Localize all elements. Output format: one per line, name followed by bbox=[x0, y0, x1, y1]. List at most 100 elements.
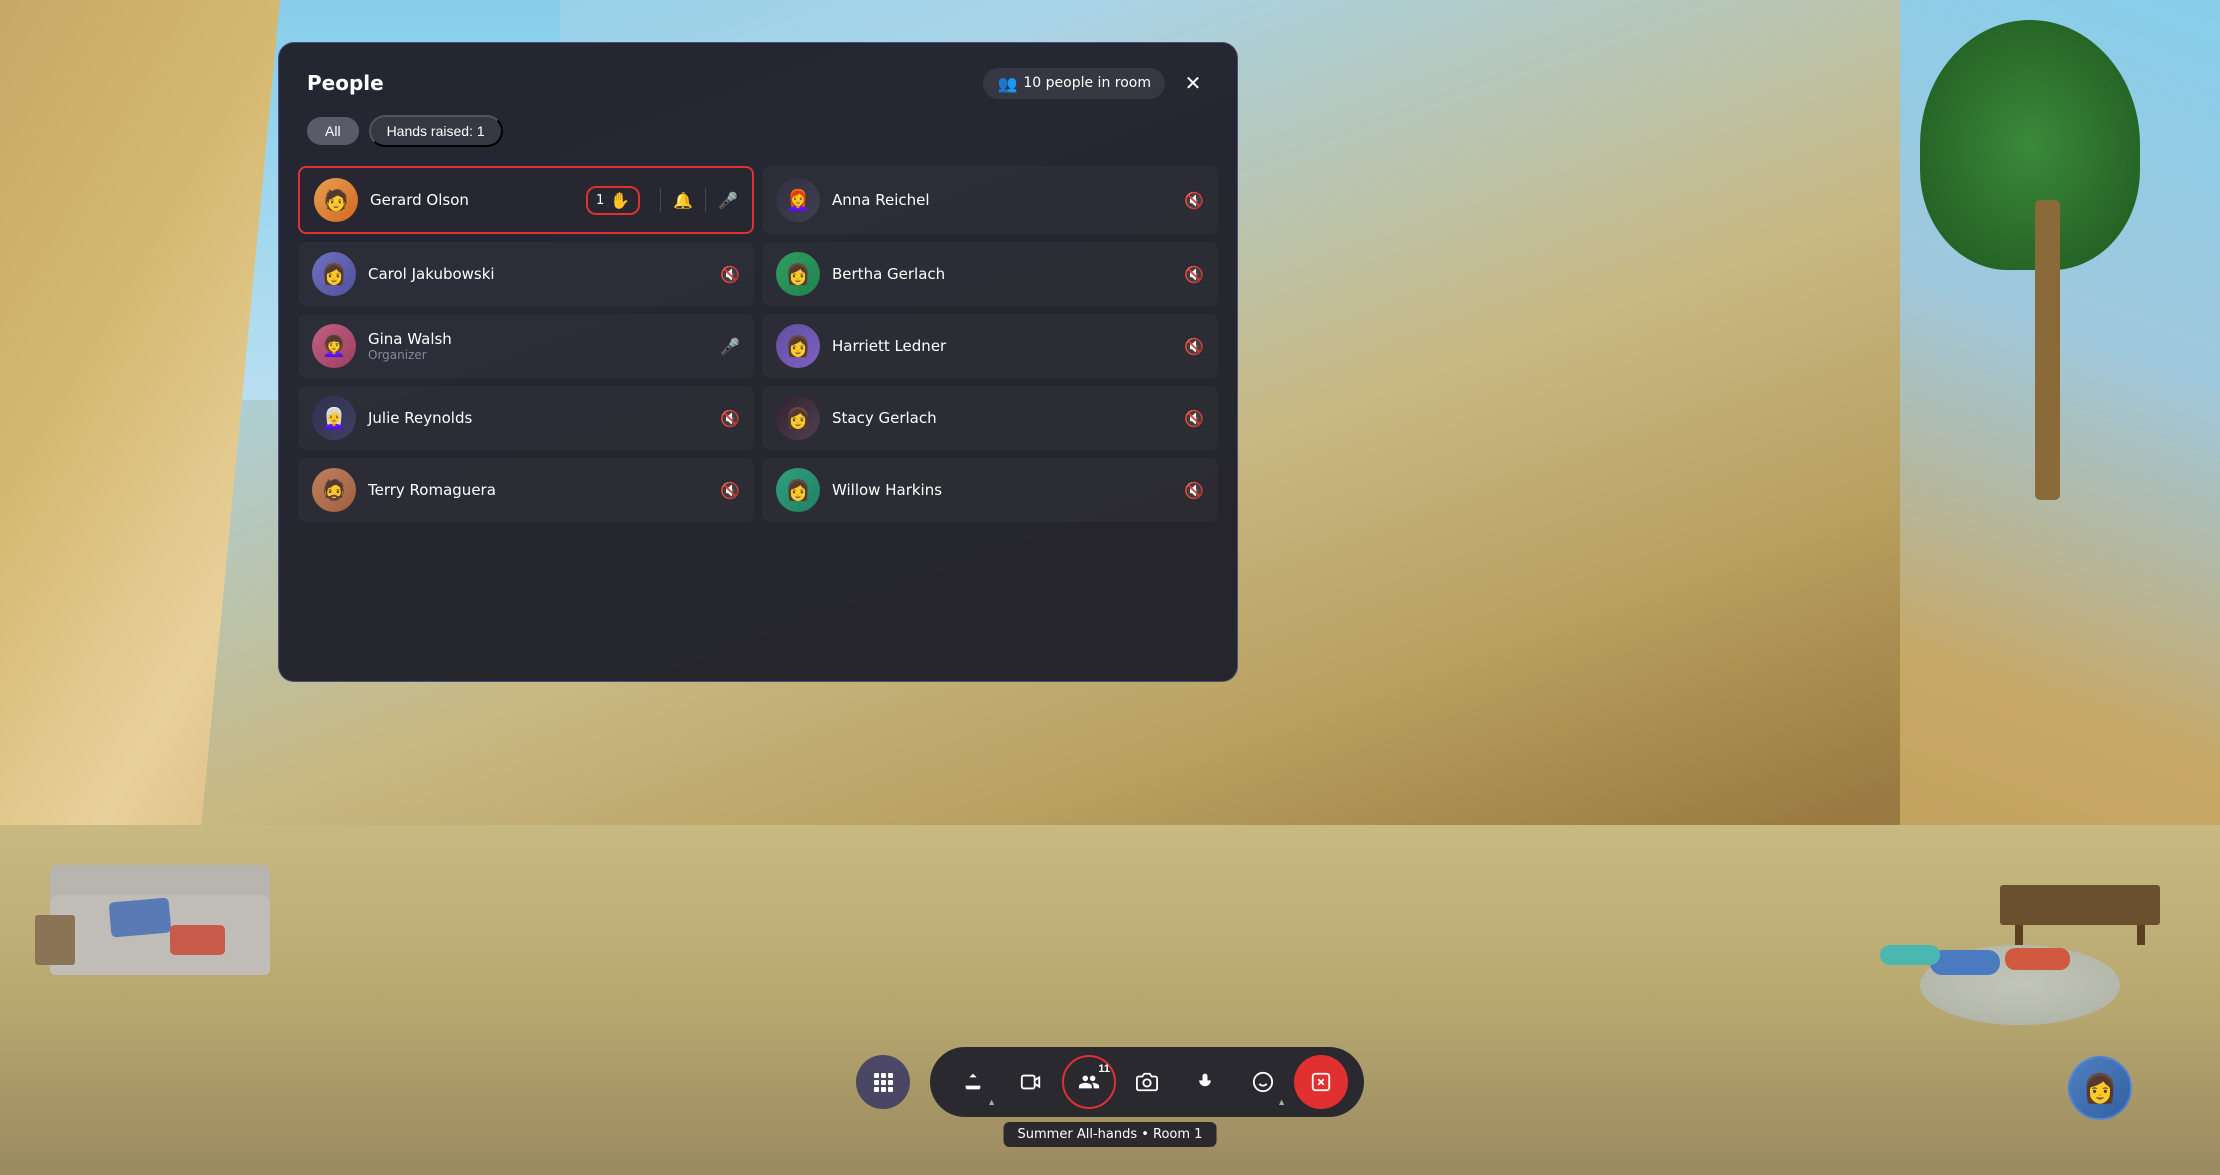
person-row-bertha[interactable]: 👩 Bertha Gerlach 🔇 bbox=[762, 242, 1218, 306]
person-actions-julie: 🔇 bbox=[720, 409, 740, 428]
apps-button[interactable] bbox=[856, 1055, 910, 1109]
people-count-badge-toolbar: 11 bbox=[1098, 1063, 1110, 1075]
person-info-carol: Carol Jakubowski bbox=[368, 265, 720, 283]
person-actions-stacy: 🔇 bbox=[1184, 409, 1204, 428]
filter-hands-raised-button[interactable]: Hands raised: 1 bbox=[369, 115, 503, 147]
avatar-stacy: 👩 bbox=[776, 396, 820, 440]
avatar-julie: 👩‍🦳 bbox=[312, 396, 356, 440]
person-info-gerard: Gerard Olson bbox=[370, 191, 586, 209]
tree-trunk bbox=[2035, 200, 2060, 500]
mic-icon-gina: 🎤 bbox=[720, 337, 740, 356]
person-actions-bertha: 🔇 bbox=[1184, 265, 1204, 284]
hand-count: 1 bbox=[596, 193, 604, 208]
panel-header: People 👥 10 people in room ✕ bbox=[279, 43, 1237, 115]
hand-raise-box: 1 ✋ bbox=[586, 186, 640, 215]
tree-foliage bbox=[1920, 20, 2140, 270]
avatar-anna: 👩‍🦰 bbox=[776, 178, 820, 222]
sofa-area bbox=[30, 795, 310, 975]
cushion-red bbox=[170, 925, 225, 955]
share-button[interactable]: ▲ bbox=[946, 1055, 1000, 1109]
close-button[interactable]: ✕ bbox=[1177, 67, 1209, 99]
person-actions-gina: 🎤 bbox=[720, 337, 740, 356]
filter-bar: All Hands raised: 1 bbox=[279, 115, 1237, 163]
microphone-icon bbox=[1195, 1071, 1215, 1093]
person-info-anna: Anna Reichel bbox=[832, 191, 1184, 209]
reactions-button[interactable]: ▲ bbox=[1236, 1055, 1290, 1109]
person-info-stacy: Stacy Gerlach bbox=[832, 409, 1184, 427]
people-button[interactable]: 11 bbox=[1062, 1055, 1116, 1109]
person-info-terry: Terry Romaguera bbox=[368, 481, 720, 499]
people-panel: People 👥 10 people in room ✕ All Hands r… bbox=[278, 42, 1238, 682]
person-name-anna: Anna Reichel bbox=[832, 191, 1184, 209]
people-count-badge: 👥 10 people in room bbox=[983, 68, 1165, 99]
mic-muted-icon-carol: 🔇 bbox=[720, 265, 740, 284]
side-table bbox=[35, 915, 75, 965]
mic-muted-icon-anna: 🔇 bbox=[1184, 191, 1204, 210]
person-row-julie[interactable]: 👩‍🦳 Julie Reynolds 🔇 bbox=[298, 386, 754, 450]
person-row-terry[interactable]: 🧔 Terry Romaguera 🔇 bbox=[298, 458, 754, 522]
video-icon bbox=[1020, 1071, 1042, 1093]
person-info-harriett: Harriett Ledner bbox=[832, 337, 1184, 355]
ground-cushion-teal bbox=[1880, 945, 1940, 965]
people-toolbar-icon bbox=[1078, 1071, 1100, 1093]
record-icon bbox=[1310, 1071, 1332, 1093]
person-row-stacy[interactable]: 👩 Stacy Gerlach 🔇 bbox=[762, 386, 1218, 450]
avatar-gerard: 🧑 bbox=[314, 178, 358, 222]
person-info-julie: Julie Reynolds bbox=[368, 409, 720, 427]
person-name-bertha: Bertha Gerlach bbox=[832, 265, 1184, 283]
mic-muted-icon-harriett: 🔇 bbox=[1184, 337, 1204, 356]
user-avatar-self: 👩 bbox=[2068, 1056, 2132, 1120]
person-row-anna[interactable]: 👩‍🦰 Anna Reichel 🔇 bbox=[762, 166, 1218, 234]
ground-cushion-red bbox=[2005, 948, 2070, 970]
toolbar-main: ▲ 11 bbox=[930, 1047, 1364, 1117]
people-count-label: 10 people in room bbox=[1023, 75, 1151, 91]
panel-header-right: 👥 10 people in room ✕ bbox=[983, 67, 1209, 99]
person-name-gerard: Gerard Olson bbox=[370, 191, 586, 209]
video-button[interactable] bbox=[1004, 1055, 1058, 1109]
person-role-gina: Organizer bbox=[368, 348, 720, 362]
avatar-bertha: 👩 bbox=[776, 252, 820, 296]
person-name-stacy: Stacy Gerlach bbox=[832, 409, 1184, 427]
camera-button[interactable] bbox=[1120, 1055, 1174, 1109]
person-name-carol: Carol Jakubowski bbox=[368, 265, 720, 283]
person-name-gina: Gina Walsh bbox=[368, 330, 720, 348]
leave-button[interactable] bbox=[1294, 1055, 1348, 1109]
apps-grid-icon bbox=[872, 1071, 894, 1093]
mic-icon-gerard: 🎤 bbox=[718, 191, 738, 210]
share-icon bbox=[962, 1071, 984, 1093]
toolbar-tooltip: Summer All-hands • Room 1 bbox=[1004, 1122, 1217, 1147]
person-row-gerard[interactable]: 🧑 Gerard Olson 1 ✋ 🔔 🎤 bbox=[298, 166, 754, 234]
person-actions-willow: 🔇 bbox=[1184, 481, 1204, 500]
person-name-terry: Terry Romaguera bbox=[368, 481, 720, 499]
avatar-terry: 🧔 bbox=[312, 468, 356, 512]
person-name-harriett: Harriett Ledner bbox=[832, 337, 1184, 355]
person-row-harriett[interactable]: 👩 Harriett Ledner 🔇 bbox=[762, 314, 1218, 378]
person-info-bertha: Bertha Gerlach bbox=[832, 265, 1184, 283]
person-info-gina: Gina Walsh Organizer bbox=[368, 330, 720, 362]
filter-all-button[interactable]: All bbox=[307, 117, 359, 145]
mic-muted-icon-willow: 🔇 bbox=[1184, 481, 1204, 500]
divider bbox=[705, 188, 706, 212]
avatar-willow: 👩 bbox=[776, 468, 820, 512]
person-name-julie: Julie Reynolds bbox=[368, 409, 720, 427]
share-chevron: ▲ bbox=[987, 1097, 996, 1107]
mic-muted-icon-terry: 🔇 bbox=[720, 481, 740, 500]
camera-icon bbox=[1136, 1071, 1158, 1093]
bench bbox=[2000, 885, 2160, 925]
person-row-gina[interactable]: 👩‍🦱 Gina Walsh Organizer 🎤 bbox=[298, 314, 754, 378]
hand-raise-emoji: ✋ bbox=[610, 191, 630, 210]
avatar-carol: 👩 bbox=[312, 252, 356, 296]
person-info-willow: Willow Harkins bbox=[832, 481, 1184, 499]
cushion-blue bbox=[109, 897, 172, 937]
person-row-carol[interactable]: 👩 Carol Jakubowski 🔇 bbox=[298, 242, 754, 306]
people-count-icon: 👥 bbox=[997, 74, 1017, 93]
bench-leg bbox=[2015, 925, 2023, 945]
reactions-chevron: ▲ bbox=[1277, 1097, 1286, 1107]
mic-muted-icon-bertha: 🔇 bbox=[1184, 265, 1204, 284]
bell-icon: 🔔 bbox=[673, 191, 693, 210]
microphone-button[interactable] bbox=[1178, 1055, 1232, 1109]
reactions-icon bbox=[1252, 1071, 1274, 1093]
person-row-willow[interactable]: 👩 Willow Harkins 🔇 bbox=[762, 458, 1218, 522]
person-name-willow: Willow Harkins bbox=[832, 481, 1184, 499]
person-actions-gerard: 1 ✋ 🔔 🎤 bbox=[586, 186, 738, 215]
